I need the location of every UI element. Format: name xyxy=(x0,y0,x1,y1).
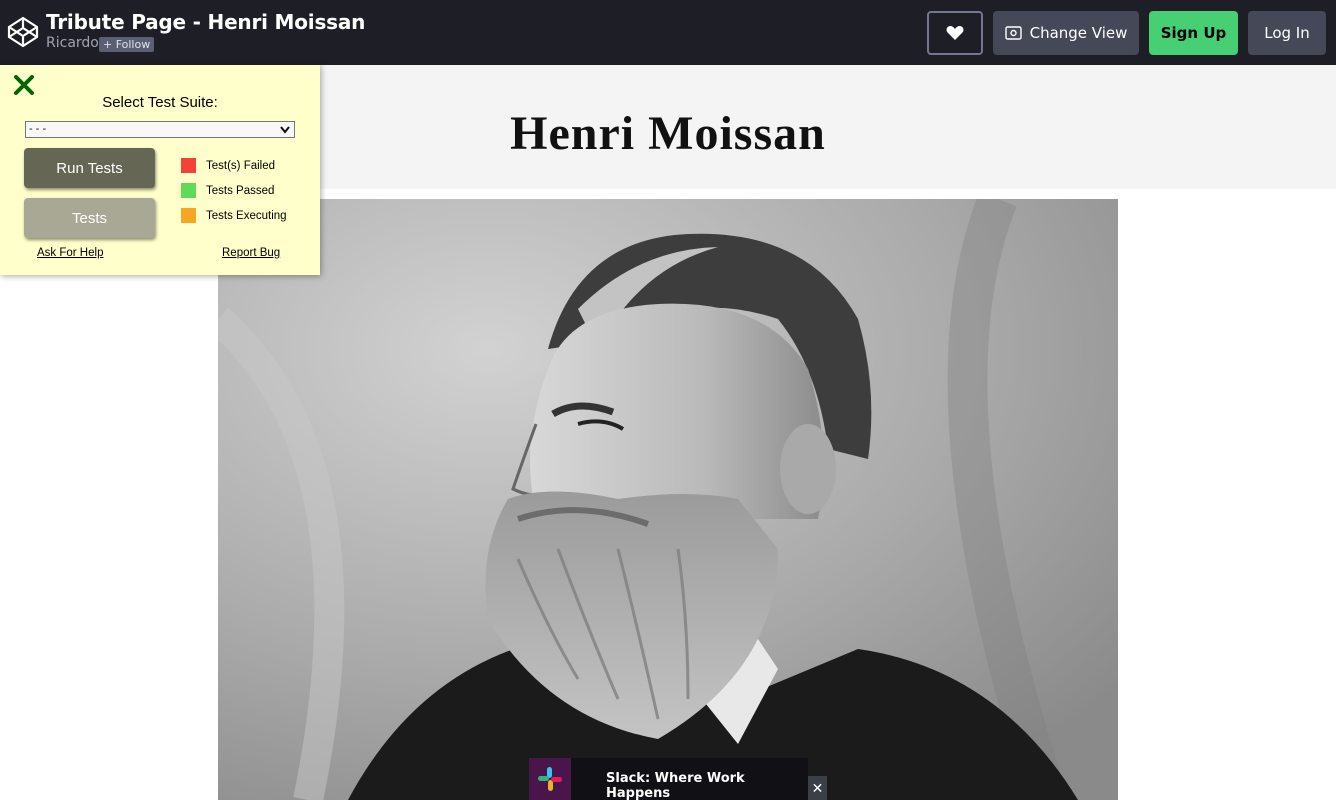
select-suite-label: Select Test Suite: xyxy=(102,94,218,111)
close-icon[interactable] xyxy=(13,74,35,96)
ask-for-help-link[interactable]: Ask For Help xyxy=(37,247,103,259)
follow-button[interactable]: + Follow xyxy=(99,37,155,52)
change-view-label: Change View xyxy=(1029,24,1128,42)
run-tests-button[interactable]: Run Tests xyxy=(24,148,155,188)
codepen-header: Tribute Page - Henri Moissan Ricardo + F… xyxy=(0,0,1336,65)
test-suite-panel: Select Test Suite: - - - Run Tests Tests… xyxy=(0,65,320,275)
log-in-button[interactable]: Log In xyxy=(1248,11,1326,55)
test-suite-select[interactable]: - - - xyxy=(25,121,295,138)
failed-swatch xyxy=(181,158,196,173)
pen-author[interactable]: Ricardo xyxy=(46,35,99,51)
chevron-down-icon xyxy=(280,126,290,134)
pen-title: Tribute Page - Henri Moissan xyxy=(46,10,366,34)
portrait-image xyxy=(218,199,1118,800)
codepen-logo-icon[interactable] xyxy=(7,16,39,48)
executing-swatch xyxy=(181,208,196,223)
change-view-button[interactable]: Change View xyxy=(993,11,1139,55)
legend-failed: Test(s) Failed xyxy=(181,158,275,173)
heart-icon xyxy=(946,26,964,40)
sign-up-button[interactable]: Sign Up xyxy=(1149,11,1238,55)
legend-failed-label: Test(s) Failed xyxy=(206,159,276,172)
slack-ad-banner[interactable]: Slack: Where Work Happens xyxy=(529,758,808,800)
legend-passed: Tests Passed xyxy=(181,183,274,198)
eye-icon xyxy=(1004,26,1022,40)
suite-selected-value: - - - xyxy=(29,123,47,135)
legend-passed-label: Tests Passed xyxy=(206,184,275,197)
slack-ad-text: Slack: Where Work Happens xyxy=(606,771,745,800)
slack-logo-icon xyxy=(529,758,571,800)
report-bug-link[interactable]: Report Bug xyxy=(222,247,280,259)
legend-executing: Tests Executing xyxy=(181,208,287,223)
ad-close-button[interactable]: ✕ xyxy=(808,776,827,800)
tests-button[interactable]: Tests xyxy=(24,198,155,238)
legend-executing-label: Tests Executing xyxy=(206,209,287,222)
passed-swatch xyxy=(181,183,196,198)
heart-button[interactable] xyxy=(927,11,983,55)
